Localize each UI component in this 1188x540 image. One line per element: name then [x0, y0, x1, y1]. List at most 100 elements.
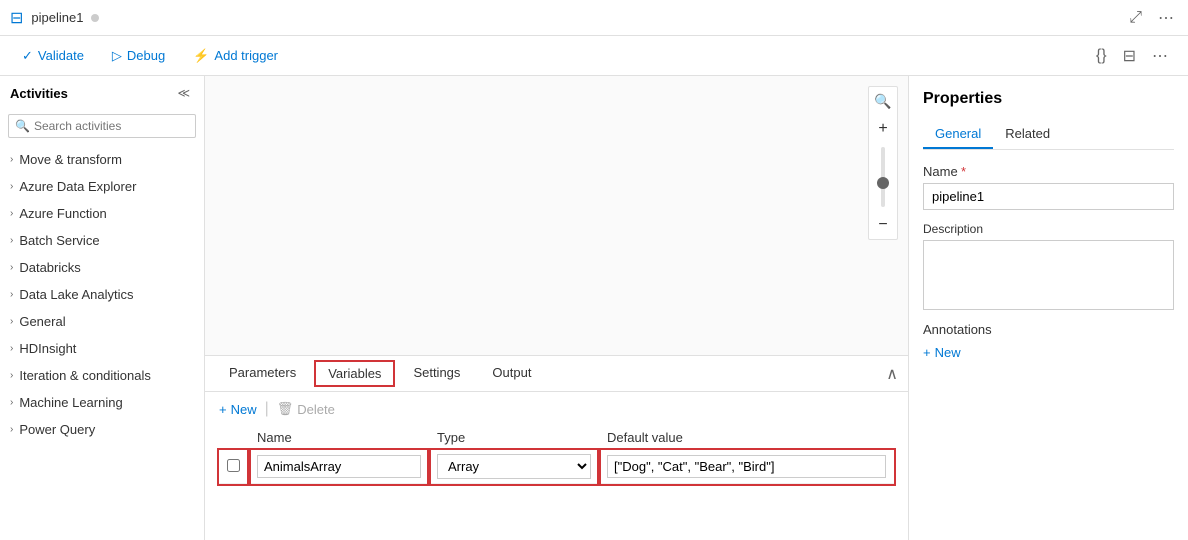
add-trigger-label: Add trigger: [214, 48, 278, 63]
variable-default-input[interactable]: [607, 455, 886, 478]
properties-tabs: General Related: [923, 120, 1174, 150]
tab-parameters[interactable]: Parameters: [215, 359, 310, 388]
code-button[interactable]: {}: [1092, 44, 1111, 68]
zoom-thumb: [877, 177, 889, 189]
toolbar-right: {} ⊟ ⋯: [1092, 44, 1172, 68]
sidebar-item-general[interactable]: › General: [0, 308, 204, 335]
sidebar-item-label: Power Query: [19, 422, 95, 437]
variables-table: Name Type Default value: [219, 426, 894, 484]
row-checkbox-cell: [219, 450, 249, 484]
chevron-icon: ›: [10, 316, 13, 327]
tab-variables[interactable]: Variables: [314, 360, 395, 387]
delete-icon: 🗑: [277, 401, 294, 417]
sidebar: Activities ≪ 🔍 › Move & transform › Azur…: [0, 76, 205, 540]
canvas-search-button[interactable]: 🔍: [869, 87, 897, 115]
chevron-icon: ›: [10, 397, 13, 408]
sidebar-item-label: General: [19, 314, 65, 329]
toolbar: ✓ Validate ▷ Debug ⚡ Add trigger {} ⊟ ⋯: [0, 36, 1188, 76]
sidebar-collapse-button[interactable]: ≪: [173, 84, 194, 102]
props-tab-related[interactable]: Related: [993, 120, 1062, 149]
row-checkbox[interactable]: [227, 459, 240, 472]
bottom-panel: Parameters Variables Settings Output ∧ +…: [205, 355, 908, 540]
unsaved-indicator: [91, 14, 99, 22]
sidebar-item-azure-data-explorer[interactable]: › Azure Data Explorer: [0, 173, 204, 200]
sidebar-item-azure-function[interactable]: › Azure Function: [0, 200, 204, 227]
pipeline-icon: ⊟: [10, 8, 23, 28]
expand-button[interactable]: ⤢: [1125, 7, 1146, 29]
chevron-icon: ›: [10, 154, 13, 165]
sidebar-item-label: Data Lake Analytics: [19, 287, 133, 302]
sidebar-item-power-query[interactable]: › Power Query: [0, 416, 204, 443]
zoom-out-button[interactable]: −: [869, 211, 897, 239]
chevron-icon: ›: [10, 370, 13, 381]
zoom-slider[interactable]: [881, 147, 885, 207]
props-tab-general[interactable]: General: [923, 120, 993, 149]
topbar-more-button[interactable]: ⋯: [1154, 6, 1178, 30]
sidebar-item-databricks[interactable]: › Databricks: [0, 254, 204, 281]
bottom-tabs: Parameters Variables Settings Output ∧: [205, 356, 908, 392]
chevron-icon: ›: [10, 424, 13, 435]
trigger-icon: ⚡: [193, 48, 209, 64]
chevron-icon: ›: [10, 289, 13, 300]
debug-icon: ▷: [112, 48, 122, 64]
variable-type-select[interactable]: Array Boolean Integer String: [437, 454, 591, 479]
settings-button[interactable]: ⊟: [1119, 44, 1140, 68]
sidebar-header: Activities ≪: [0, 76, 204, 110]
sidebar-item-label: Azure Data Explorer: [19, 179, 136, 194]
sidebar-item-hdinsight[interactable]: › HDInsight: [0, 335, 204, 362]
add-icon: +: [923, 345, 931, 360]
name-label: Name *: [923, 164, 1174, 179]
chevron-icon: ›: [10, 235, 13, 246]
name-required: *: [961, 164, 966, 179]
collapse-panel-button[interactable]: ∧: [886, 364, 898, 384]
row-name-cell: [249, 450, 429, 484]
sidebar-item-move-transform[interactable]: › Move & transform: [0, 146, 204, 173]
validate-button[interactable]: ✓ Validate: [16, 44, 90, 68]
sidebar-item-machine-learning[interactable]: › Machine Learning: [0, 389, 204, 416]
tab-output[interactable]: Output: [478, 359, 545, 388]
search-icon: 🔍: [15, 119, 30, 133]
sidebar-item-batch-service[interactable]: › Batch Service: [0, 227, 204, 254]
debug-button[interactable]: ▷ Debug: [106, 44, 171, 68]
main-layout: Activities ≪ 🔍 › Move & transform › Azur…: [0, 76, 1188, 540]
sidebar-item-label: Databricks: [19, 260, 80, 275]
add-annotation-button[interactable]: + New: [923, 345, 1174, 360]
plus-icon: +: [219, 402, 227, 417]
delete-label: Delete: [297, 402, 335, 417]
tab-settings[interactable]: Settings: [399, 359, 474, 388]
sidebar-header-icons: ≪: [173, 84, 194, 102]
top-bar-right: ⤢ ⋯: [1125, 6, 1178, 30]
zoom-in-button[interactable]: +: [869, 115, 897, 143]
new-label: New: [231, 402, 257, 417]
pipeline-name-input[interactable]: [923, 183, 1174, 210]
top-bar: ⊟ pipeline1 ⤢ ⋯: [0, 0, 1188, 36]
annotations-label: Annotations: [923, 322, 1174, 337]
sidebar-item-label: Azure Function: [19, 206, 106, 221]
sidebar-item-iteration-conditionals[interactable]: › Iteration & conditionals: [0, 362, 204, 389]
col-header-default: Default value: [599, 426, 894, 450]
validate-label: Validate: [38, 48, 84, 63]
sidebar-item-label: Machine Learning: [19, 395, 122, 410]
sidebar-item-label: Move & transform: [19, 152, 122, 167]
sidebar-item-data-lake-analytics[interactable]: › Data Lake Analytics: [0, 281, 204, 308]
search-box[interactable]: 🔍: [8, 114, 196, 138]
new-variable-button[interactable]: + New: [219, 402, 257, 417]
action-separator: |: [265, 400, 269, 418]
chevron-icon: ›: [10, 343, 13, 354]
delete-variable-button[interactable]: 🗑 Delete: [277, 401, 335, 417]
sidebar-title: Activities: [10, 86, 68, 101]
variable-name-input[interactable]: [257, 455, 421, 478]
search-input[interactable]: [34, 119, 189, 133]
pipeline-title: pipeline1: [31, 10, 83, 25]
chevron-icon: ›: [10, 262, 13, 273]
add-trigger-button[interactable]: ⚡ Add trigger: [187, 44, 284, 68]
description-textarea[interactable]: [923, 240, 1174, 310]
toolbar-more-button[interactable]: ⋯: [1148, 44, 1172, 68]
debug-label: Debug: [127, 48, 165, 63]
chevron-icon: ›: [10, 208, 13, 219]
add-new-label: New: [935, 345, 961, 360]
canvas-main[interactable]: 🔍 + −: [205, 76, 908, 355]
table-row: Array Boolean Integer String: [219, 450, 894, 484]
description-label: Description: [923, 222, 1174, 236]
sidebar-item-label: Batch Service: [19, 233, 99, 248]
